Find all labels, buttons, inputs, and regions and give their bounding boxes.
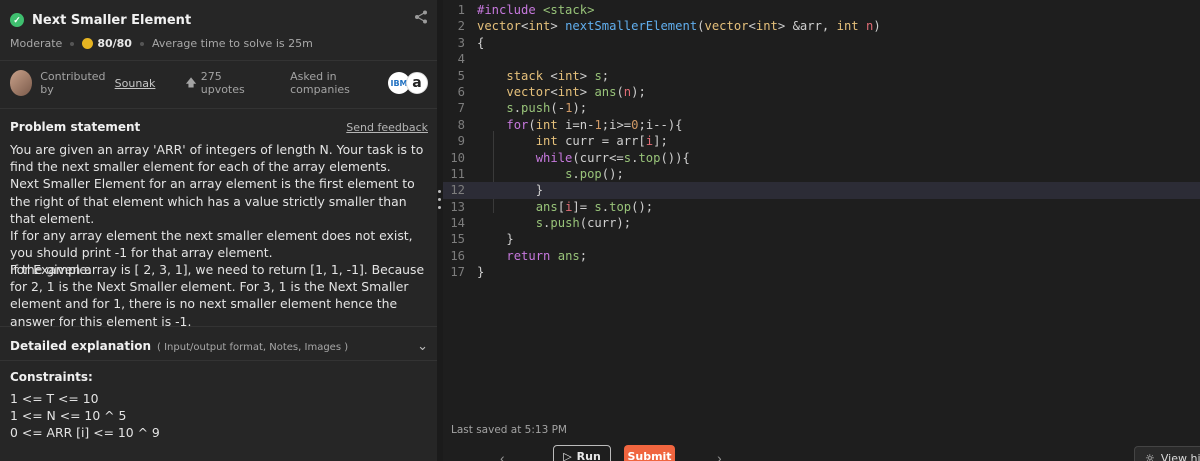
detail-subtitle: ( Input/output format, Notes, Images ) [157, 342, 349, 353]
company-logos[interactable]: IBM a [388, 72, 429, 94]
code-line: 16 return ans; [450, 248, 588, 263]
bulb-icon: ☼ [1145, 451, 1155, 461]
problem-statement: You are given an array 'ARR' of integers… [10, 141, 430, 279]
avatar [10, 70, 33, 96]
code-line: 3{ [457, 35, 485, 50]
code-line: 17} [450, 265, 485, 280]
divider [0, 360, 437, 361]
code-line: 6 vector<int> ans(n); [457, 84, 646, 99]
code-line: 10 while(curr<=s.top()){ [450, 150, 690, 165]
code-line: 4 [457, 52, 465, 67]
run-label: Run [576, 449, 601, 461]
code-line: 5 stack <int> s; [457, 68, 610, 83]
divider [0, 60, 437, 61]
last-saved-status: Last saved at 5:13 PM [451, 424, 567, 436]
solved-check-icon: ✓ [10, 13, 24, 27]
view-hint-button[interactable]: ☼ View hint [1134, 446, 1200, 461]
statement-paragraph: You are given an array 'ARR' of integers… [10, 142, 424, 175]
hint-label: View hint [1160, 451, 1200, 461]
difficulty-label: Moderate [10, 37, 63, 50]
divider [0, 108, 437, 109]
separator-dot [139, 41, 144, 46]
detailed-explanation-toggle[interactable]: Detailed explanation( Input/output forma… [10, 338, 428, 354]
code-lines[interactable]: 1 #include <stack> 2 vector<int> nextSmall… [443, 2, 1200, 281]
code-line: 9 int curr = arr[i]; [457, 134, 668, 149]
statement-header: Problem statement Send feedback [10, 120, 428, 134]
chevron-down-icon: ⌄ [417, 338, 428, 353]
code-line: 7 s.push(-1); [457, 101, 588, 116]
code-line-active: 12 } [443, 182, 1200, 199]
amazon-logo-icon: a [406, 72, 429, 94]
divider [0, 326, 437, 327]
upvote-arrow-icon: 🡅 [185, 75, 197, 89]
code-line: 8 for(int i=n-1;i>=0;i--){ [457, 117, 683, 132]
statement-title: Problem statement [10, 120, 141, 134]
run-button[interactable]: ▷ Run [553, 445, 611, 461]
problem-panel: ✓ Next Smaller Element Moderate 80/80 Av… [0, 0, 437, 461]
statement-paragraph: If for any array element the next smalle… [10, 228, 413, 261]
problem-title: Next Smaller Element [32, 12, 192, 28]
prev-chevron-icon[interactable]: ‹ [500, 450, 505, 461]
constraint-item: 1 <= T <= 10 [10, 391, 99, 406]
constraint-item: 0 <= ARR [i] <= 10 ^ 9 [10, 425, 160, 440]
avg-time: Average time to solve is 25m [151, 37, 313, 50]
detail-title: Detailed explanation( Input/output forma… [10, 339, 349, 353]
separator-dot [70, 41, 75, 46]
send-feedback-link[interactable]: Send feedback [346, 121, 428, 134]
contributed-label: Contributed by [40, 70, 106, 96]
score-value: 80/80 [97, 37, 132, 50]
next-chevron-icon[interactable]: › [717, 450, 722, 461]
play-icon: ▷ [563, 449, 572, 461]
constraints-title: Constraints: [10, 370, 93, 384]
code-line: 13 ans[i]= s.top(); [450, 199, 654, 214]
constraints-list: 1 <= T <= 10 1 <= N <= 10 ^ 5 0 <= ARR [… [10, 390, 160, 441]
code-line: 1 #include <stack> [457, 3, 595, 17]
statement-paragraph: Next Smaller Element for an array elemen… [10, 176, 415, 226]
drag-handle-icon[interactable] [438, 190, 441, 209]
code-line: 11 s.pop(); [450, 166, 624, 181]
problem-meta: Moderate 80/80 Average time to solve is … [10, 37, 313, 50]
title-row: ✓ Next Smaller Element [10, 10, 428, 30]
code-line: 2 vector<int> nextSmallerElement(vector<i… [457, 19, 881, 34]
constraint-item: 1 <= N <= 10 ^ 5 [10, 408, 127, 423]
code-line: 15 } [450, 232, 514, 247]
coin-icon [82, 38, 94, 49]
contributor-link[interactable]: Sounak [115, 77, 156, 90]
code-line: 14 s.push(curr); [450, 216, 632, 231]
code-editor[interactable]: 1 #include <stack> 2 vector<int> nextSmall… [443, 0, 1200, 461]
submit-button[interactable]: Submit [624, 445, 675, 461]
asked-in-label: Asked in companies [290, 70, 350, 96]
share-icon[interactable] [414, 10, 428, 28]
upvote-button[interactable]: 🡅 275 upvotes [185, 70, 257, 96]
upvote-count: 275 upvotes [200, 70, 245, 96]
example-text: If the given array is [ 2, 3, 1], we nee… [10, 262, 425, 329]
contributor-row: Contributed by Sounak 🡅 275 upvotes Aske… [10, 68, 429, 98]
